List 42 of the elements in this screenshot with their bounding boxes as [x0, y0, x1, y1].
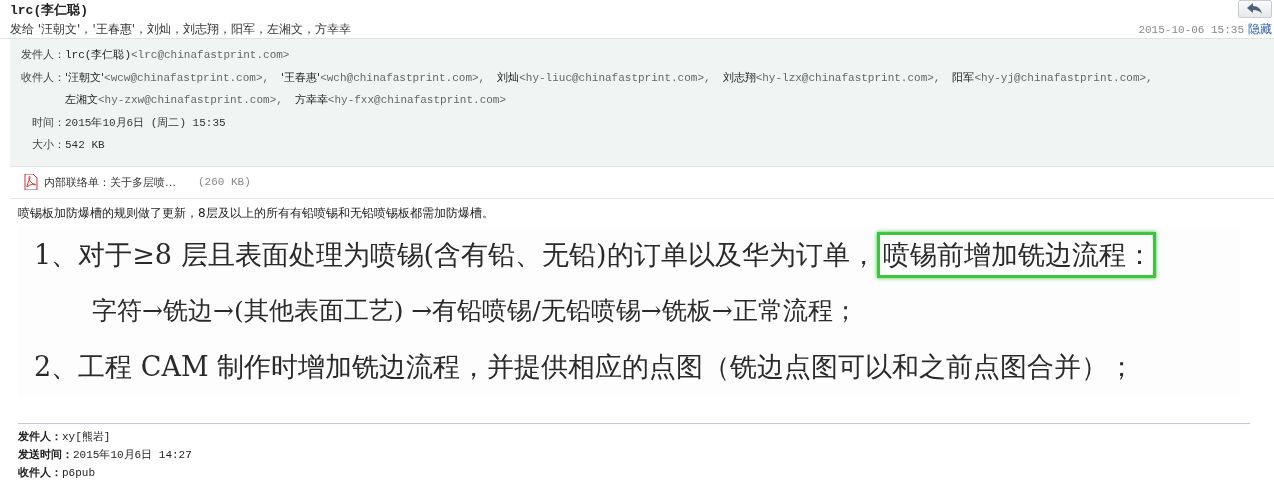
email-address: <wcw@chinafastprint.com>,: [104, 71, 270, 84]
email-address: <hy-fxx@chinafastprint.com>: [327, 94, 507, 106]
document-text: 1、对于≥8 层且表面处理为喷锡(含有铅、无铅)的订单以及华为订单，: [34, 237, 877, 272]
message-date: 2015-10-06 15:35: [1138, 24, 1244, 36]
field-value: p6pub: [62, 466, 95, 479]
recipient-name: 方幸幸: [294, 93, 328, 106]
email-address: <lrc@chinafastprint.com>: [131, 49, 290, 61]
sender-title: lrc(李仁聪): [10, 3, 89, 19]
reply-button[interactable]: [1238, 0, 1272, 18]
field-value: 2015年10月6日 (周二) 15:35: [65, 115, 226, 130]
attachment-link[interactable]: 内部联络单：关于多层喷…: [44, 174, 176, 190]
email-address: <hy-yj@chinafastprint.com>,: [974, 71, 1153, 84]
email-address: <hy-lzx@chinafastprint.com>,: [755, 71, 941, 84]
message-text: 喷锡板加防爆槽的规则做了更新，8层及以上的所有有铅喷锡和无铅喷锡板都需加防爆槽。: [18, 204, 495, 221]
field-label: 收件人：: [20, 69, 65, 85]
highlighted-text: 喷锡前增加铣边流程：: [876, 231, 1156, 278]
field-label: 收件人：: [18, 465, 62, 479]
hide-details-link[interactable]: 隐藏: [1248, 22, 1272, 36]
recipient-name: '汪朝文': [65, 70, 105, 84]
recipient-name: 刘志翔: [722, 70, 756, 84]
field-value: xy[熊岩]: [62, 430, 111, 443]
email-address: <hy-zxw@chinafastprint.com>,: [98, 94, 283, 106]
document-text: 2、工程 CAM 制作时增加铣边流程，并提供相应的点图（铣边点图可以和之前点图合并）；: [34, 349, 1136, 384]
email-address: <wch@chinafastprint.com>,: [320, 71, 486, 84]
reply-arrow-icon: [1247, 3, 1263, 15]
recipient-name: 左湘文: [65, 93, 98, 106]
field-value: 2015年10月6日 14:27: [73, 448, 192, 461]
sender-name: lrc(李仁聪): [65, 48, 131, 62]
email-address: <hy-liuc@chinafastprint.com>,: [519, 71, 711, 84]
recipient-name: '王春惠': [281, 70, 321, 84]
pdf-file-icon: [24, 174, 38, 190]
attachment-size: (260 KB): [198, 176, 251, 188]
recipient-name: 刘灿: [497, 70, 520, 84]
field-label: 发件人：: [20, 47, 65, 62]
recipients-summary: 发给 '汪朝文'，'王春惠'，刘灿，刘志翔，阳军，左湘文，方幸幸: [10, 21, 351, 38]
field-label: 发件人：: [18, 429, 62, 443]
field-label: 时间：: [31, 114, 65, 130]
document-text: 字符→铣边→(其他表面工艺) →有铅喷锡/无铅喷锡→铣板→正常流程；: [92, 295, 858, 327]
field-label: 发送时间：: [18, 447, 73, 461]
recipient-name: 阳军: [952, 70, 975, 84]
field-label: 大小：: [31, 137, 65, 152]
field-value: 542 KB: [65, 139, 105, 151]
